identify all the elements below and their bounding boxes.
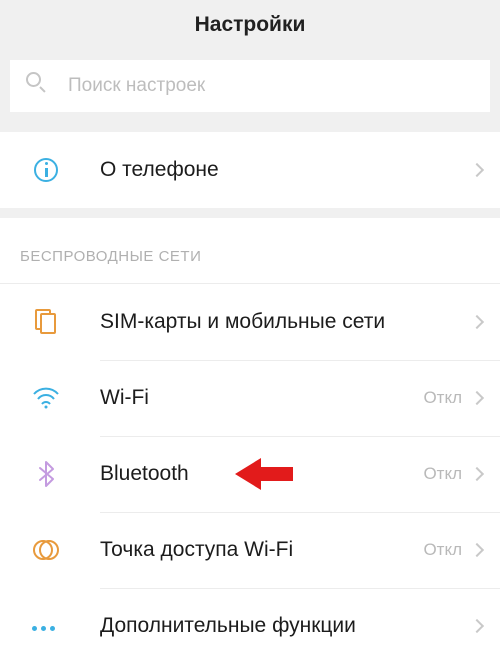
chevron-right-icon xyxy=(470,467,484,481)
row-more-functions[interactable]: Дополнительные функции xyxy=(0,588,500,664)
chevron-right-icon xyxy=(470,391,484,405)
row-wifi[interactable]: Wi-Fi Откл xyxy=(0,360,500,436)
chevron-right-icon xyxy=(470,619,484,633)
page-title: Настройки xyxy=(195,13,306,37)
hotspot-icon xyxy=(32,536,60,564)
row-sim-cards[interactable]: SIM-карты и мобильные сети xyxy=(0,284,500,360)
more-icon xyxy=(32,612,60,640)
wifi-icon xyxy=(32,384,60,412)
app-header: Настройки xyxy=(0,0,500,50)
row-label: Точка доступа Wi-Fi xyxy=(100,538,423,562)
search-icon xyxy=(26,72,54,100)
row-status: Откл xyxy=(423,388,462,408)
search-bar[interactable] xyxy=(10,60,490,112)
row-hotspot[interactable]: Точка доступа Wi-Fi Откл xyxy=(0,512,500,588)
row-about-phone[interactable]: О телефоне xyxy=(0,132,500,208)
sim-card-icon xyxy=(32,308,60,336)
row-bluetooth[interactable]: Bluetooth Откл xyxy=(0,436,500,512)
bluetooth-icon xyxy=(32,460,60,488)
row-label: Дополнительные функции xyxy=(100,614,472,638)
chevron-right-icon xyxy=(470,163,484,177)
section-header-wireless: БЕСПРОВОДНЫЕ СЕТИ xyxy=(0,218,500,284)
row-status: Откл xyxy=(423,464,462,484)
row-label: Bluetooth xyxy=(100,462,423,486)
search-input[interactable] xyxy=(68,75,474,97)
chevron-right-icon xyxy=(470,543,484,557)
row-label: О телефоне xyxy=(100,158,472,182)
row-label: SIM-карты и мобильные сети xyxy=(100,310,472,334)
chevron-right-icon xyxy=(470,315,484,329)
about-card: О телефоне xyxy=(0,132,500,208)
info-icon xyxy=(32,156,60,184)
search-container xyxy=(0,50,500,122)
row-label: Wi-Fi xyxy=(100,386,423,410)
wireless-card: БЕСПРОВОДНЫЕ СЕТИ SIM-карты и мобильные … xyxy=(0,218,500,664)
row-status: Откл xyxy=(423,540,462,560)
